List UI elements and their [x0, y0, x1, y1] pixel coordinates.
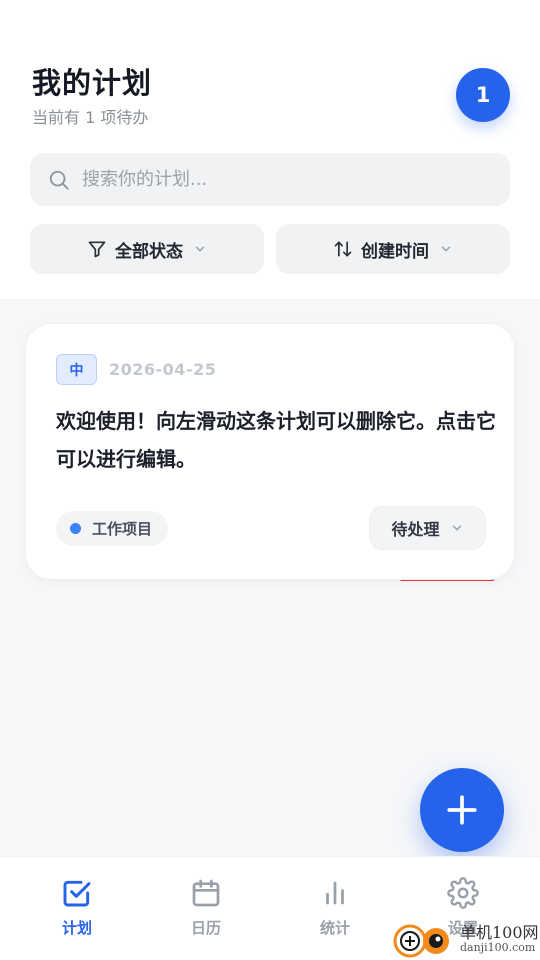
- plus-icon: [447, 795, 477, 825]
- calendar-icon: [192, 879, 220, 907]
- tab-plan-label: 计划: [61, 919, 92, 937]
- todo-count-subtitle: 当前有 1 项待办: [32, 108, 149, 127]
- add-plan-button[interactable]: [420, 768, 504, 852]
- watermark-logo-icon: [393, 924, 449, 958]
- tab-statistics[interactable]: 统计: [270, 857, 400, 960]
- sort-button[interactable]: 创建时间: [276, 224, 510, 274]
- plan-card[interactable]: 中 2026-04-25 欢迎使用！向左滑动这条计划可以删除它。点击它可以进行编…: [25, 323, 515, 580]
- sort-label: 创建时间: [361, 241, 429, 262]
- filter-icon: [88, 241, 106, 258]
- priority-badge: 中: [56, 354, 97, 385]
- status-dropdown[interactable]: 待处理: [369, 506, 486, 550]
- checkbox-icon: [63, 880, 91, 907]
- bar-chart-icon: [326, 881, 344, 905]
- app-screen: 我的计划 当前有 1 项待办 1 全部状态: [0, 0, 540, 960]
- status-label: 待处理: [391, 520, 440, 539]
- tab-plan[interactable]: 计划: [12, 857, 142, 960]
- plan-content: 欢迎使用！向左滑动这条计划可以删除它。点击它可以进行编辑。: [56, 409, 496, 471]
- gear-icon: [447, 877, 479, 909]
- search-bar[interactable]: [30, 153, 510, 206]
- search-input[interactable]: [82, 169, 462, 190]
- watermark-url: danji100.com: [460, 940, 536, 954]
- category-dot: [70, 523, 81, 534]
- category-label: 工作项目: [92, 520, 153, 538]
- plan-date: 2026-04-25: [109, 360, 217, 379]
- tab-calendar-label: 日历: [190, 919, 221, 937]
- tab-statistics-label: 统计: [319, 919, 350, 937]
- tab-calendar[interactable]: 日历: [141, 857, 271, 960]
- chevron-down-icon: [452, 525, 461, 531]
- status-filter-button[interactable]: 全部状态: [30, 224, 264, 274]
- chevron-down-icon: [441, 246, 451, 252]
- page-title: 我的计划: [32, 66, 153, 100]
- watermark-text: 单机100网: [460, 922, 539, 942]
- chevron-down-icon: [195, 246, 205, 252]
- status-filter-label: 全部状态: [115, 241, 183, 262]
- header: 我的计划 当前有 1 项待办 1 全部状态: [0, 0, 540, 300]
- todo-count-badge[interactable]: 1: [456, 68, 510, 122]
- search-icon: [49, 170, 69, 190]
- watermark: 单机100网 danji100.com: [392, 918, 540, 960]
- sort-icon: [334, 241, 352, 257]
- category-tag: 工作项目: [56, 511, 169, 546]
